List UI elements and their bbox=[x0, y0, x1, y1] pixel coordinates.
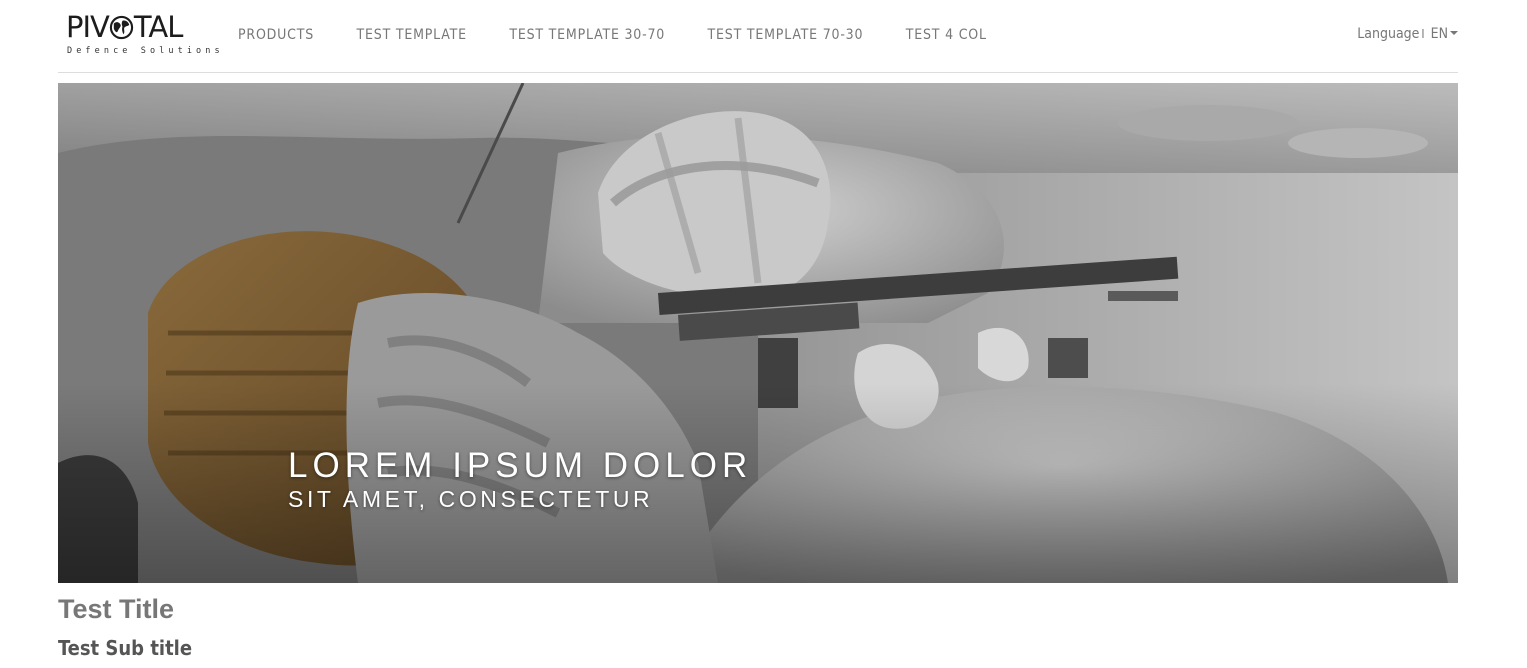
main-nav: PRODUCTS TEST TEMPLATE TEST TEMPLATE 30-… bbox=[238, 26, 1025, 44]
caret-down-icon bbox=[1450, 31, 1458, 35]
brand-wordmark: PIV TAL bbox=[66, 12, 208, 42]
page-subtitle: Test Sub title bbox=[58, 636, 193, 660]
nav-item-test-4-col[interactable]: TEST 4 COL bbox=[906, 27, 987, 43]
language-label: Language bbox=[1357, 26, 1420, 42]
language-selector: Language I EN bbox=[1357, 26, 1458, 42]
nav-item-test-template-70-30[interactable]: TEST TEMPLATE 70-30 bbox=[708, 27, 864, 43]
brand-name-left: PIV bbox=[66, 10, 110, 44]
hero-banner: LOREM IPSUM DOLOR SIT AMET, CONSECTETUR bbox=[58, 83, 1458, 583]
nav-item-test-template-30-70[interactable]: TEST TEMPLATE 30-70 bbox=[509, 27, 665, 43]
top-navbar: PIV TAL Defence Solutions PRODUCTS TEST … bbox=[58, 0, 1458, 73]
hero-image bbox=[58, 83, 1458, 583]
language-dropdown[interactable]: EN bbox=[1431, 26, 1458, 42]
nav-item-products[interactable]: PRODUCTS bbox=[238, 27, 314, 43]
hero-caption: LOREM IPSUM DOLOR SIT AMET, CONSECTETUR bbox=[288, 446, 752, 512]
brand-name-right: TAL bbox=[133, 10, 183, 44]
language-separator: I bbox=[1421, 27, 1425, 41]
page-title: Test Title bbox=[58, 594, 175, 624]
hero-subheading: SIT AMET, CONSECTETUR bbox=[288, 486, 654, 512]
nav-item-test-template[interactable]: TEST TEMPLATE bbox=[357, 27, 467, 43]
globe-icon bbox=[109, 15, 134, 40]
brand-logo[interactable]: PIV TAL Defence Solutions bbox=[66, 12, 220, 58]
hero-heading: LOREM IPSUM DOLOR bbox=[288, 446, 753, 485]
brand-tagline: Defence Solutions bbox=[67, 46, 224, 56]
language-value: EN bbox=[1430, 26, 1448, 42]
